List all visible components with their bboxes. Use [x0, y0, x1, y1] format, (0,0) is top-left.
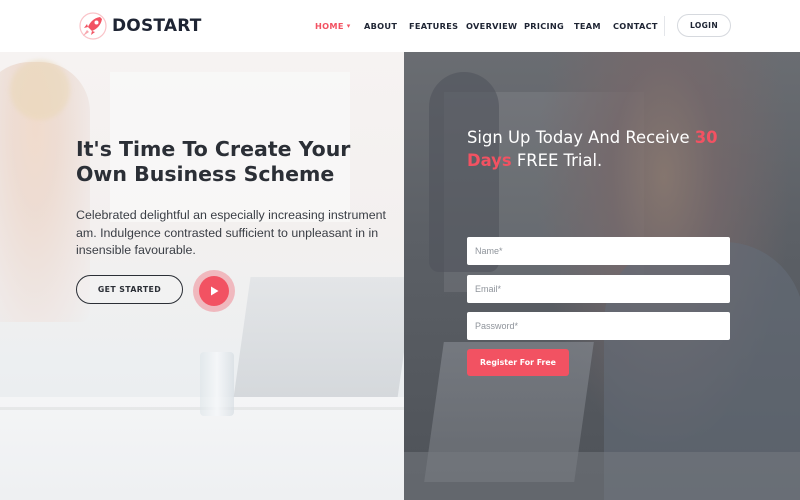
nav-item-label: HOME	[315, 21, 344, 31]
nav-item-home[interactable]: HOME ▾	[315, 19, 351, 33]
brand-name: DOSTART	[112, 16, 202, 36]
nav-item-overview[interactable]: OVERVIEW	[466, 19, 517, 33]
background-glass	[200, 352, 234, 416]
nav-item-team[interactable]: TEAM	[574, 19, 601, 33]
login-button[interactable]: LOGIN	[677, 14, 731, 37]
nav-item-about[interactable]: ABOUT	[364, 19, 397, 33]
nav-item-contact[interactable]: CONTACT	[613, 19, 658, 33]
hero-description: Celebrated delightful an especially incr…	[76, 208, 386, 257]
signup-title-prefix: Sign Up Today And Receive	[467, 128, 695, 147]
logo[interactable]: DOSTART	[78, 11, 202, 41]
play-icon	[211, 286, 219, 296]
site-header: DOSTART HOME ▾ ABOUT FEATURES OVERVIEW PR…	[0, 0, 800, 52]
hero-title: It's Time To Create Your Own Business Sc…	[76, 137, 351, 186]
get-started-button[interactable]: GET STARTED	[76, 275, 183, 304]
password-field[interactable]	[467, 312, 730, 340]
play-video-button[interactable]	[193, 270, 235, 312]
background-person-hair	[10, 60, 70, 120]
register-button[interactable]: Register For Free	[467, 349, 569, 376]
nav-divider	[664, 16, 665, 36]
name-field[interactable]	[467, 237, 730, 265]
background-table	[404, 452, 800, 500]
rocket-icon	[79, 12, 107, 40]
signup-title: Sign Up Today And Receive 30 Days FREE T…	[467, 126, 747, 172]
nav-item-features[interactable]: FEATURES	[409, 19, 458, 33]
signup-title-suffix: FREE Trial.	[511, 151, 603, 170]
email-field[interactable]	[467, 275, 730, 303]
chevron-down-icon: ▾	[346, 22, 351, 30]
play-button-circle	[199, 276, 229, 306]
nav-item-pricing[interactable]: PRICING	[524, 19, 564, 33]
